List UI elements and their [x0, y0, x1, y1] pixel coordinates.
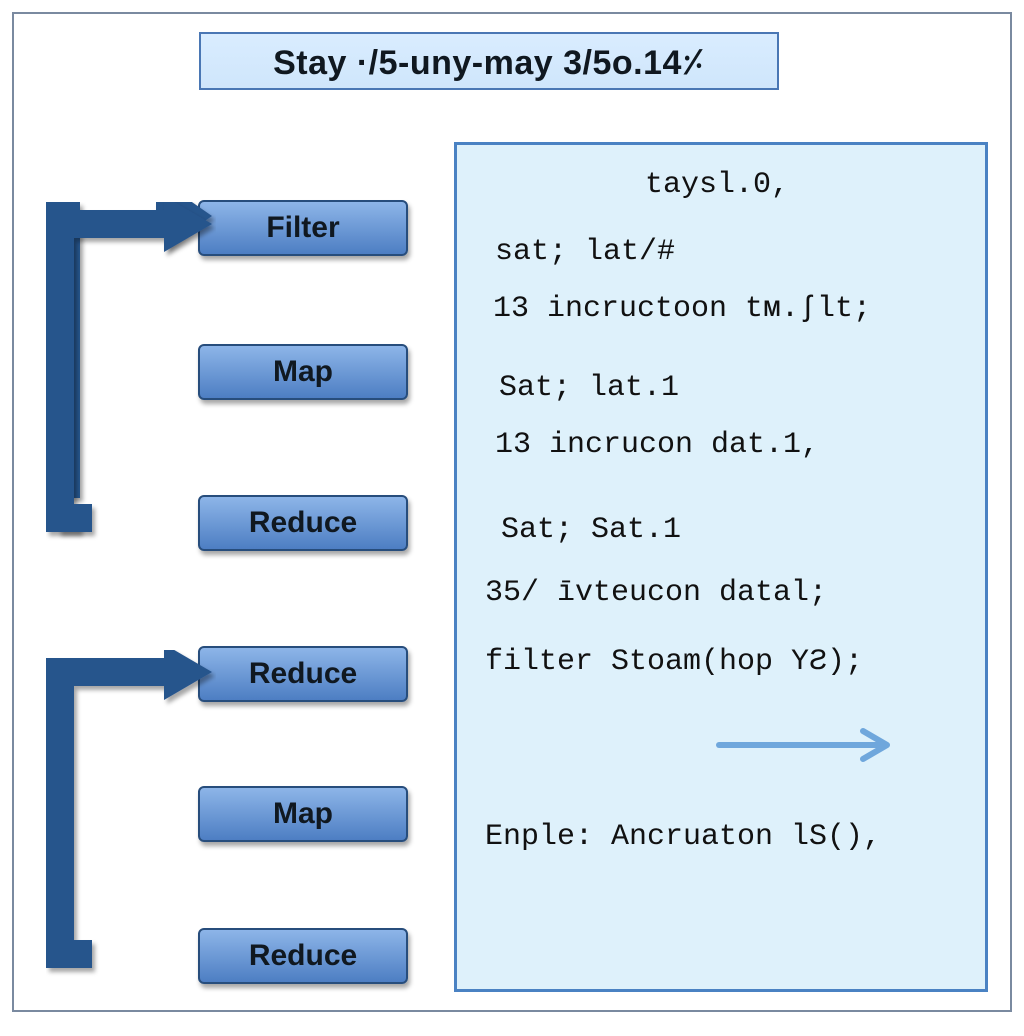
code-line-3: 13 incructoon tᴍ.ʃlt; [485, 293, 967, 326]
code-line-9: Enple: Ancruaton lS(), [485, 821, 967, 854]
code-line-5: 13 incrucon dat.1, [485, 429, 967, 462]
code-line-2: sat; lat/# [485, 236, 967, 269]
title-text: Stay ·/5-uny-may 3/5o.14⸓ [273, 38, 705, 84]
code-line-4: Sat; lat.1 [485, 372, 967, 405]
flow-arrow-1 [46, 202, 216, 552]
arrow-right-icon [715, 725, 915, 765]
code-panel: taysl.0, sat; lat/# 13 incructoon tᴍ.ʃlt… [454, 142, 988, 992]
inner-arrow-row [485, 723, 967, 767]
op-label: Reduce [249, 506, 357, 540]
op-box-map-2: Map [198, 786, 408, 842]
title-bar: Stay ·/5-uny-may 3/5o.14⸓ [199, 32, 779, 90]
code-line-7: 35/ īvteucon datal; [485, 577, 967, 610]
op-label: Filter [266, 211, 339, 245]
op-box-reduce-2: Reduce [198, 646, 408, 702]
op-box-filter: Filter [198, 200, 408, 256]
code-line-1: taysl.0, [485, 169, 967, 202]
op-label: Reduce [249, 657, 357, 691]
op-label: Map [273, 797, 333, 831]
op-box-map: Map [198, 344, 408, 400]
op-label: Reduce [249, 939, 357, 973]
diagram-frame: Stay ·/5-uny-may 3/5o.14⸓ Filter Map Red… [12, 12, 1012, 1012]
code-line-8: filter Stoam(hop ҮƧ); [485, 646, 967, 679]
flow-arrow-2 [46, 650, 216, 990]
op-box-reduce-3: Reduce [198, 928, 408, 984]
op-box-reduce: Reduce [198, 495, 408, 551]
op-label: Map [273, 355, 333, 389]
code-line-6: Sat; Sat.1 [485, 514, 967, 547]
